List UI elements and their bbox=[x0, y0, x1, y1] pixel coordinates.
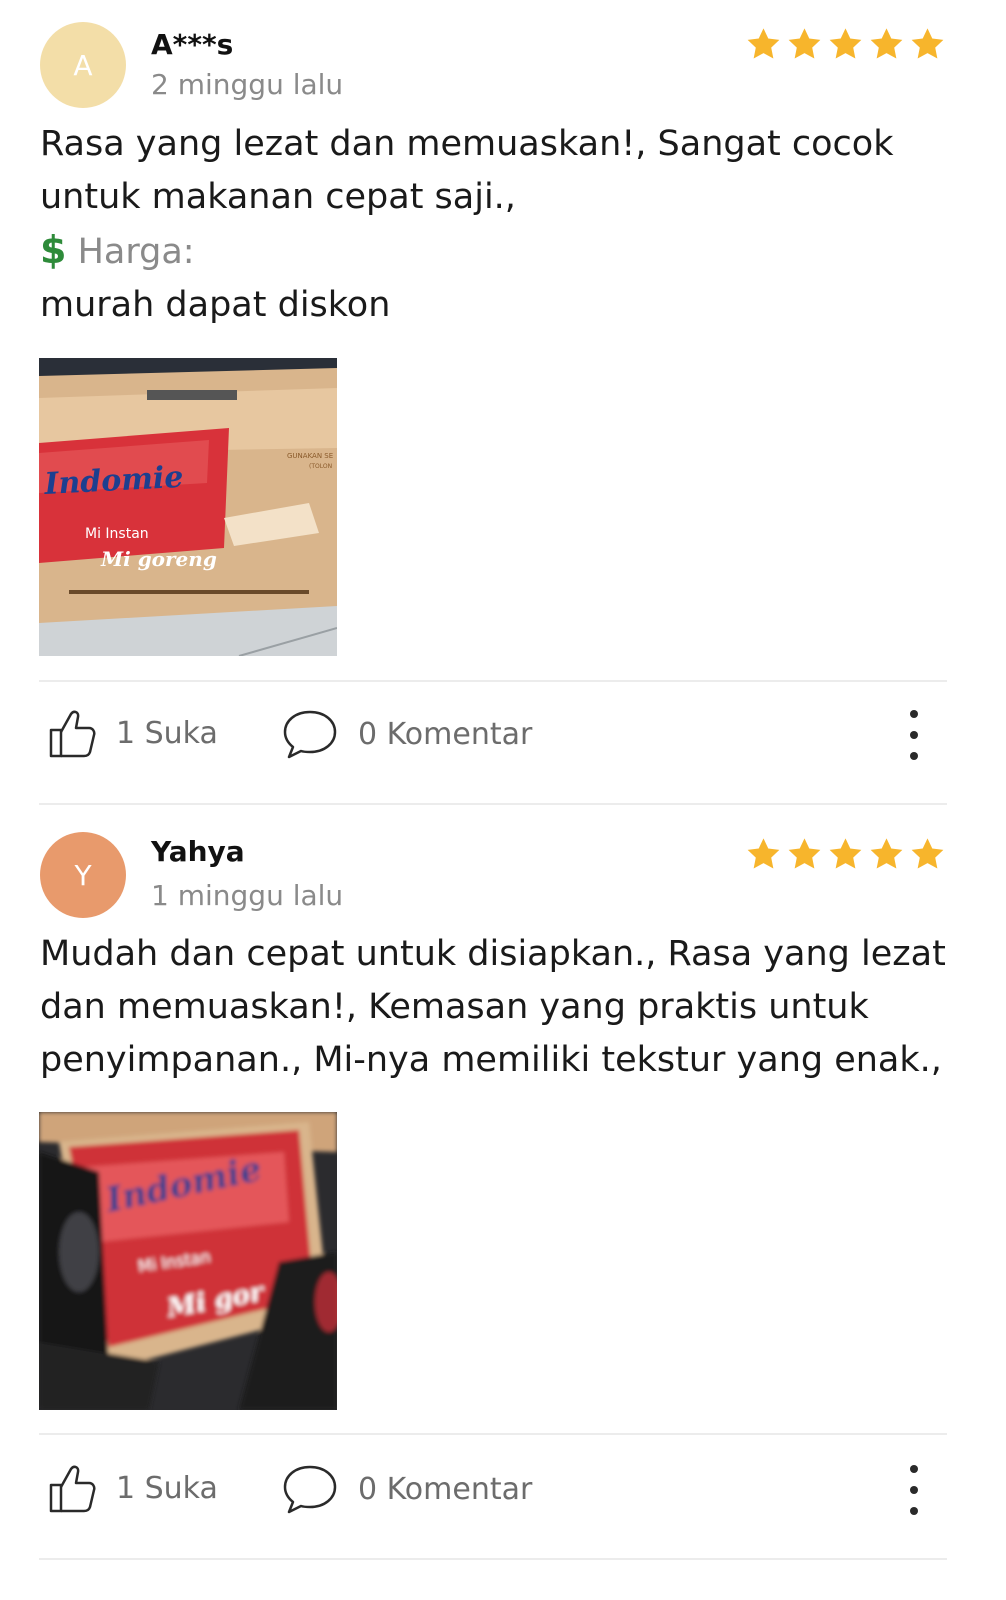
photo-line1-text: Mi Instan bbox=[85, 526, 149, 542]
like-count: 1 Suka bbox=[116, 1470, 218, 1506]
star-icon bbox=[870, 838, 903, 869]
indomie-box-image: Indomie Mi Instan Mi gor bbox=[39, 1112, 337, 1410]
more-options-icon[interactable] bbox=[896, 1465, 932, 1515]
thumbs-up-icon bbox=[49, 710, 96, 758]
photo-line2-text: Mi goreng bbox=[100, 547, 217, 571]
indomie-box-image: Indomie Mi Instan Mi goreng GUNAKAN SE (… bbox=[39, 358, 337, 656]
review-text-line: Mudah dan cepat untuk disiapkan., Rasa y… bbox=[40, 934, 946, 974]
price-row: $ Harga: bbox=[40, 224, 960, 279]
star-icon bbox=[911, 28, 944, 59]
photo-side-text: GUNAKAN SE bbox=[287, 452, 333, 460]
price-label: Harga: bbox=[77, 232, 195, 272]
avatar-letter: A bbox=[73, 48, 93, 82]
star-icon bbox=[788, 28, 821, 59]
review-card: A A***s 2 minggu lalu Rasa yang lezat da… bbox=[0, 0, 1006, 805]
comment-icon bbox=[283, 710, 337, 759]
photo-brand-text: Indomie bbox=[43, 460, 185, 502]
dollar-icon: $ bbox=[40, 228, 67, 272]
comment-icon bbox=[283, 1465, 337, 1514]
review-text-line: Rasa yang lezat dan memuaskan!, Sangat c… bbox=[40, 124, 894, 164]
price-value: murah dapat diskon bbox=[40, 285, 391, 325]
comment-count: 0 Komentar bbox=[358, 716, 533, 752]
more-options-icon[interactable] bbox=[896, 710, 932, 760]
avatar[interactable]: Y bbox=[40, 832, 126, 918]
thumbs-up-icon bbox=[49, 1465, 96, 1513]
review-card: Y Yahya 1 minggu lalu Mudah dan cepat un… bbox=[0, 805, 1006, 1600]
review-text: Mudah dan cepat untuk disiapkan., Rasa y… bbox=[40, 928, 960, 1087]
review-text-line: penyimpanan., Mi-nya memiliki tekstur ya… bbox=[40, 1040, 942, 1080]
review-date: 2 minggu lalu bbox=[151, 68, 344, 101]
star-rating bbox=[745, 836, 946, 873]
review-text-line: dan memuaskan!, Kemasan yang praktis unt… bbox=[40, 987, 869, 1027]
photo-side-text2: (TOLON bbox=[309, 463, 332, 470]
star-icon bbox=[911, 838, 944, 869]
like-count: 1 Suka bbox=[116, 715, 218, 751]
review-date: 1 minggu lalu bbox=[151, 879, 344, 912]
star-icon bbox=[870, 28, 903, 59]
avatar-letter: Y bbox=[74, 858, 92, 892]
divider bbox=[39, 1433, 947, 1435]
star-icon bbox=[788, 838, 821, 869]
review-text: Rasa yang lezat dan memuaskan!, Sangat c… bbox=[40, 118, 960, 332]
star-icon bbox=[747, 28, 780, 59]
divider bbox=[39, 1558, 947, 1560]
star-rating bbox=[745, 26, 946, 63]
like-button[interactable]: 1 Suka bbox=[48, 706, 218, 760]
review-photo[interactable]: Indomie Mi Instan Mi gor bbox=[39, 1112, 337, 1410]
reviewer-name[interactable]: A***s bbox=[151, 28, 233, 61]
review-photo[interactable]: Indomie Mi Instan Mi goreng GUNAKAN SE (… bbox=[39, 358, 337, 656]
star-icon bbox=[829, 838, 862, 869]
star-icon bbox=[829, 28, 862, 59]
reviewer-name[interactable]: Yahya bbox=[151, 835, 245, 868]
comment-button[interactable]: 0 Komentar bbox=[282, 1463, 532, 1515]
avatar[interactable]: A bbox=[40, 22, 126, 108]
divider bbox=[39, 680, 947, 682]
comment-button[interactable]: 0 Komentar bbox=[282, 708, 532, 760]
review-text-line: untuk makanan cepat saji., bbox=[40, 177, 516, 217]
comment-count: 0 Komentar bbox=[358, 1471, 533, 1507]
like-button[interactable]: 1 Suka bbox=[48, 1461, 218, 1515]
star-icon bbox=[747, 838, 780, 869]
